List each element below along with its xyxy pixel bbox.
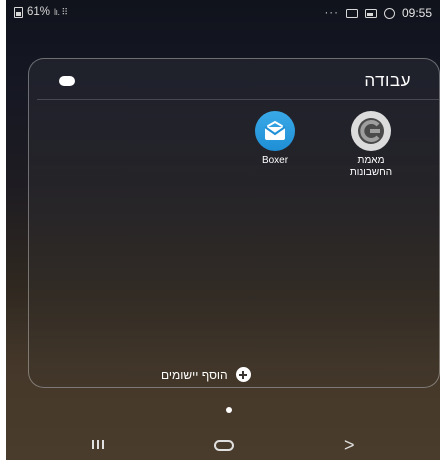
status-right: ··· 09:55 (324, 6, 432, 20)
recents-button[interactable] (92, 436, 106, 454)
message-icon (345, 8, 358, 18)
back-icon: > (344, 435, 355, 455)
page-indicator (226, 407, 232, 413)
status-bar: 61% lı. ⠿ ··· 09:55 (6, 0, 440, 26)
whatsapp-icon (383, 7, 395, 19)
home-icon (214, 440, 234, 451)
recents-icon (102, 440, 104, 449)
add-apps-button[interactable]: הוסף יישומים (161, 367, 251, 382)
home-button[interactable] (214, 436, 236, 454)
more-notifications-icon: ··· (324, 7, 339, 19)
app-label: Boxer (261, 155, 289, 166)
status-left: 61% lı. ⠿ (14, 6, 68, 18)
recents-icon (97, 440, 99, 449)
app-authenticator[interactable]: מאמת החשבונות (339, 111, 403, 179)
plus-icon (235, 367, 251, 382)
folder-title[interactable]: עבודה (364, 71, 411, 91)
app-boxer[interactable]: Boxer (243, 111, 307, 167)
battery-percent: 61% (27, 6, 51, 18)
battery-icon (14, 6, 23, 18)
clock: 09:55 (401, 6, 432, 20)
gallery-icon (364, 8, 377, 18)
navigation-bar: > (6, 430, 440, 460)
add-apps-label: הוסף יישומים (161, 367, 228, 382)
back-button[interactable]: > (344, 436, 358, 454)
folder-panel: עבודה Boxer מאמת החשבונות הוסף יישומים (28, 58, 440, 388)
app-label: מאמת החשבונות (349, 155, 393, 178)
boxer-envelope-icon (255, 111, 295, 151)
recents-icon (92, 440, 94, 449)
folder-divider (37, 99, 439, 100)
authenticator-icon (351, 111, 391, 151)
signal-icon: lı. ⠿ (54, 6, 68, 17)
folder-color-button[interactable] (59, 76, 75, 86)
phone-screen: 61% lı. ⠿ ··· 09:55 עבודה Boxer מאמת החש… (6, 0, 440, 460)
